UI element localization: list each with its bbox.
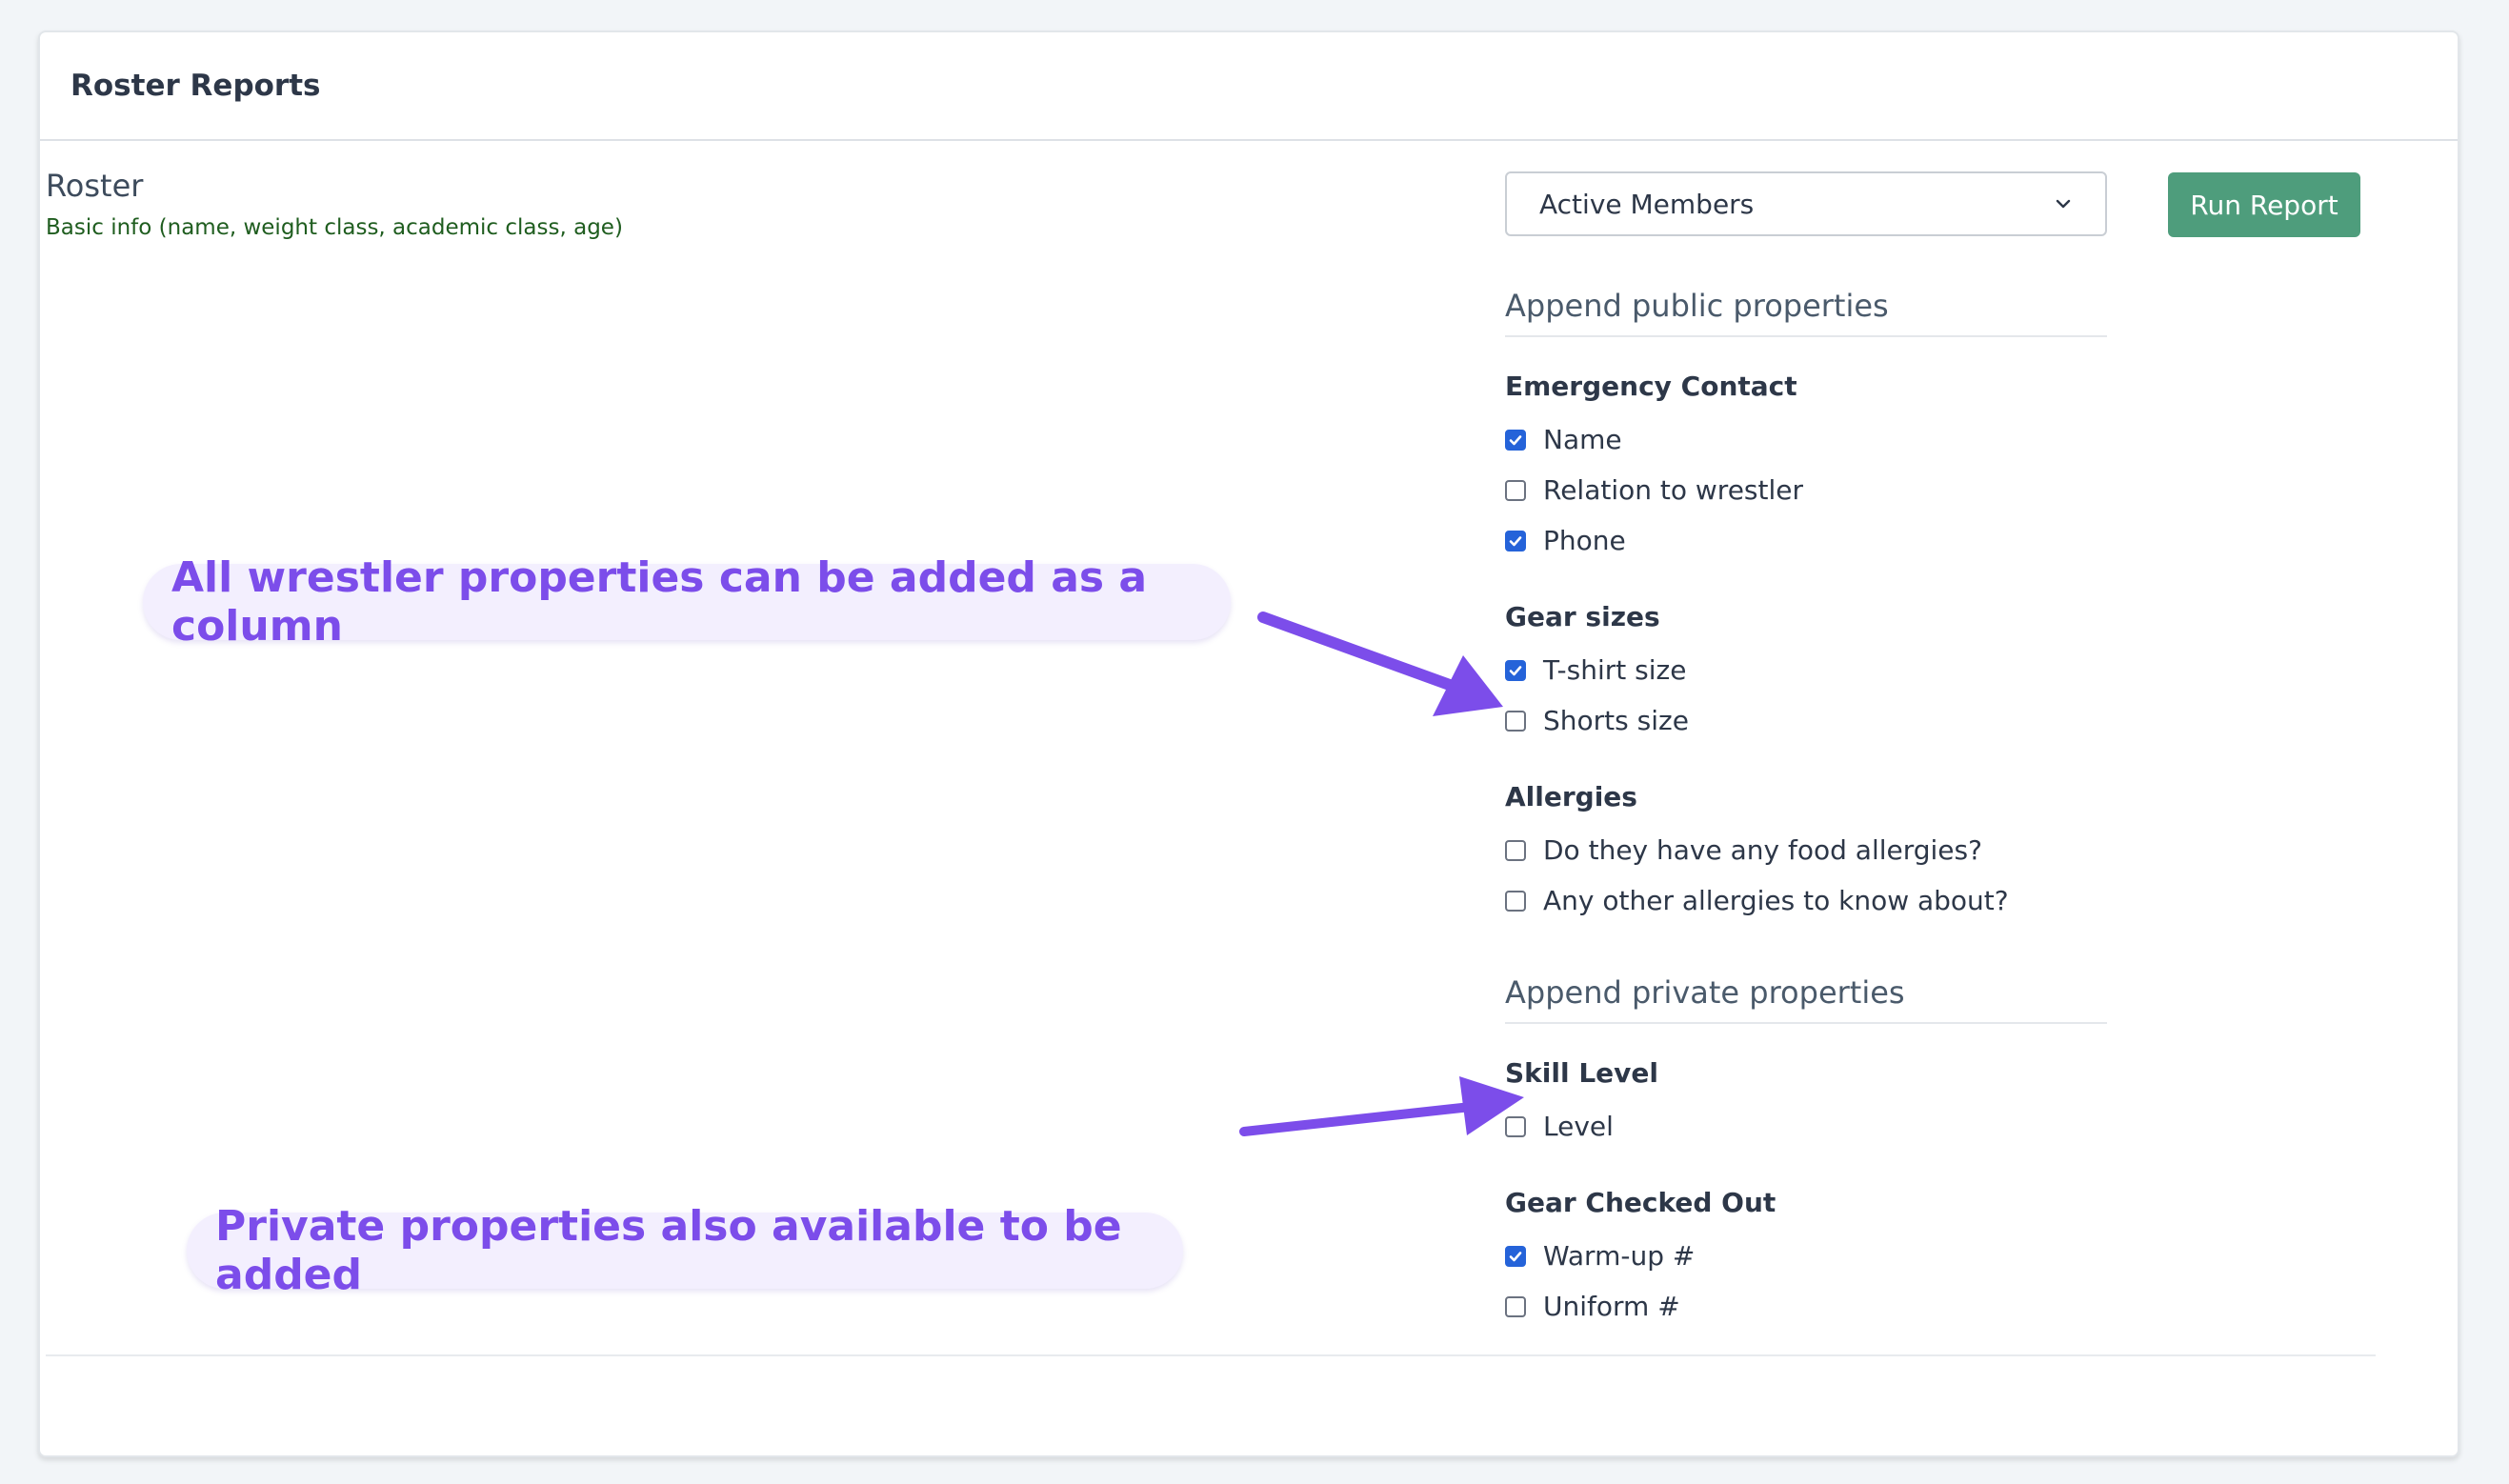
option-label: T-shirt size	[1543, 654, 1687, 686]
card-title: Roster Reports	[70, 69, 321, 103]
option-label: Relation to wrestler	[1543, 474, 1804, 506]
checkmark-icon	[1509, 434, 1522, 445]
public-properties-title: Append public properties	[1505, 288, 2107, 337]
checkbox[interactable]	[1505, 479, 1526, 501]
option-warmup-number[interactable]: Warm-up #	[1505, 1240, 1695, 1272]
footer-divider	[46, 1354, 2376, 1356]
option-label: Any other allergies to know about?	[1543, 885, 2009, 916]
option-label: Name	[1543, 424, 1622, 455]
checkbox[interactable]	[1505, 530, 1526, 551]
option-label: Phone	[1543, 525, 1626, 556]
callout-private-properties: Private properties also available to be …	[187, 1202, 1183, 1299]
chevron-down-icon	[2054, 194, 2073, 213]
checkbox[interactable]	[1505, 1295, 1526, 1317]
option-uniform-number[interactable]: Uniform #	[1505, 1291, 1680, 1322]
group-gear-checked-out: Gear Checked Out	[1505, 1187, 1776, 1218]
checkmark-icon	[1509, 1251, 1522, 1261]
callout-public-properties: All wrestler properties can be added as …	[143, 553, 1231, 651]
group-gear-sizes: Gear sizes	[1505, 601, 1660, 632]
arrow-icon	[1257, 612, 1503, 716]
checkbox[interactable]	[1505, 890, 1526, 912]
option-food-allergies[interactable]: Do they have any food allergies?	[1505, 834, 1982, 866]
option-emergency-name[interactable]: Name	[1505, 424, 1622, 455]
checkbox[interactable]	[1505, 1245, 1526, 1267]
arrow-icon	[1239, 1076, 1524, 1136]
option-tshirt-size[interactable]: T-shirt size	[1505, 654, 1686, 686]
member-filter-value: Active Members	[1539, 188, 1755, 220]
card-header: Roster Reports	[40, 32, 2458, 141]
option-label: Warm-up #	[1543, 1240, 1696, 1272]
checkbox[interactable]	[1505, 429, 1526, 451]
option-label: Level	[1543, 1111, 1614, 1142]
checkbox[interactable]	[1505, 839, 1526, 861]
group-allergies: Allergies	[1505, 781, 1637, 812]
option-other-allergies[interactable]: Any other allergies to know about?	[1505, 885, 2009, 916]
option-shorts-size[interactable]: Shorts size	[1505, 705, 1689, 736]
option-label: Shorts size	[1543, 705, 1689, 736]
option-relation-to-wrestler[interactable]: Relation to wrestler	[1505, 474, 1803, 506]
group-emergency-contact: Emergency Contact	[1505, 371, 1797, 402]
report-title: Roster	[46, 168, 144, 204]
group-skill-level: Skill Level	[1505, 1057, 1658, 1089]
option-label: Uniform #	[1543, 1291, 1680, 1322]
member-filter-select[interactable]: Active Members	[1505, 171, 2107, 236]
report-description: Basic info (name, weight class, academic…	[46, 215, 623, 240]
option-label: Do they have any food allergies?	[1543, 834, 1982, 866]
option-emergency-phone[interactable]: Phone	[1505, 525, 1626, 556]
private-properties-title: Append private properties	[1505, 974, 2107, 1024]
run-report-button[interactable]: Run Report	[2168, 172, 2360, 237]
checkmark-icon	[1509, 535, 1522, 546]
